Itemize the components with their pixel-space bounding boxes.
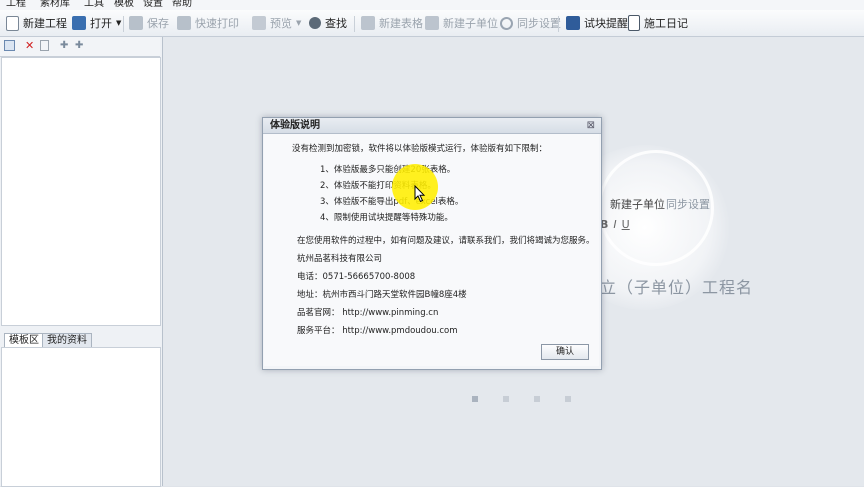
menu-tools[interactable]: 工具 — [84, 0, 104, 10]
new-table-label: 新建表格 — [379, 17, 423, 30]
loading-dot — [503, 396, 509, 402]
open-button[interactable]: 打开 ▼ — [72, 13, 121, 33]
construction-log-button[interactable]: 施工日记 — [628, 13, 688, 33]
menu-material-library[interactable]: 素材库 — [40, 0, 70, 10]
new-subunit-label: 新建子单位 — [443, 17, 498, 30]
chevron-down-icon[interactable]: ▼ — [116, 19, 121, 27]
tab-my-materials[interactable]: 我的资料 — [42, 333, 92, 347]
new-subunit-button[interactable]: 新建子单位 — [425, 13, 498, 33]
quick-print-button[interactable]: 快速打印 — [177, 13, 239, 33]
open-label: 打开 — [90, 17, 112, 30]
bg-new-subunit-text: 新建子单位 — [610, 198, 665, 211]
bg-sync-settings-text: 同步设置 — [666, 198, 710, 211]
dialog-title-bar[interactable]: 体验版说明 ⊠ — [263, 118, 601, 134]
folder-icon — [72, 16, 86, 30]
bg-format-toolbar: B I U — [600, 218, 630, 231]
menu-settings[interactable]: 设置 — [143, 0, 163, 10]
preview-label: 预览 — [270, 17, 292, 30]
move-up-icon[interactable]: ✚ — [60, 40, 72, 52]
dialog-body: 没有检测到加密锁，软件将以体验版模式运行，体验版有如下限制： 1、体验版最多只能… — [264, 134, 599, 366]
menu-template[interactable]: 模板 — [114, 0, 134, 10]
copy-icon[interactable] — [40, 40, 49, 51]
new-table-button[interactable]: 新建表格 — [361, 13, 423, 33]
tab-template-area[interactable]: 模板区 — [4, 333, 44, 347]
delete-icon[interactable]: ✕ — [25, 40, 37, 52]
close-icon[interactable]: ⊠ — [587, 119, 595, 132]
confirm-button[interactable]: 确认 — [541, 344, 589, 360]
left-panel-tabs: 模板区 我的资料 — [0, 333, 160, 347]
loading-dot — [565, 396, 571, 402]
quick-print-label: 快速打印 — [195, 17, 239, 30]
calendar-icon — [566, 16, 580, 30]
new-document-icon — [6, 15, 19, 31]
trial-version-dialog: 体验版说明 ⊠ 没有检测到加密锁，软件将以体验版模式运行，体验版有如下限制： 1… — [262, 117, 602, 370]
new-project-label: 新建工程 — [23, 17, 67, 30]
move-down-icon[interactable]: ✚ — [75, 40, 87, 52]
project-tree-area[interactable] — [1, 57, 161, 326]
limit-item: 1、体验版最多只能创建20张表格。 — [320, 165, 456, 175]
magnifier-icon — [309, 17, 321, 29]
address: 地址：杭州市西斗门路天堂软件园B幢8座4楼 — [297, 290, 467, 300]
loading-dot — [472, 396, 478, 402]
tree-icon[interactable] — [4, 40, 15, 51]
website-link[interactable]: 品茗官网： http://www.pinming.cn — [297, 308, 438, 319]
bg-subunit-title: 立（子单位）工程名 — [600, 278, 754, 297]
preview-icon — [252, 16, 266, 30]
company-name: 杭州品茗科技有限公司 — [297, 254, 383, 264]
limit-item: 3、体验版不能导出pdf、excel表格。 — [320, 197, 464, 207]
preview-button[interactable]: 预览 ▼ — [252, 13, 301, 33]
template-list-area[interactable] — [1, 347, 161, 487]
new-project-button[interactable]: 新建工程 — [6, 13, 67, 33]
menu-bar: 工程 素材库 工具 模板 设置 帮助 — [0, 0, 864, 10]
dialog-intro: 没有检测到加密锁，软件将以体验版模式运行，体验版有如下限制： — [292, 144, 548, 154]
table-icon — [361, 16, 375, 30]
construction-log-label: 施工日记 — [644, 17, 688, 30]
dialog-feedback: 在您使用软件的过程中，如有问题及建议，请联系我们，我们将竭诚为您服务。 — [297, 236, 595, 246]
limit-item: 4、限制使用试块提醒等特殊功能。 — [320, 213, 453, 223]
sync-settings-label: 同步设置 — [517, 17, 561, 30]
service-platform-link[interactable]: 服务平台： http://www.pmdoudou.com — [297, 326, 458, 337]
menu-project[interactable]: 工程 — [6, 0, 26, 10]
mouse-pointer-icon — [414, 185, 426, 203]
trial-reminder-label: 试块提醒 — [584, 17, 628, 30]
dialog-title: 体验版说明 — [270, 120, 320, 131]
sync-icon — [500, 16, 513, 30]
disk-icon — [129, 16, 143, 30]
menu-help[interactable]: 帮助 — [172, 0, 192, 10]
italic-icon: I — [613, 218, 617, 231]
notebook-icon — [628, 15, 640, 31]
left-panel-toolbar: ✕ ✚ ✚ — [0, 37, 160, 57]
phone-number: 电话：0571-56665700-8008 — [297, 272, 416, 282]
printer-icon — [177, 16, 191, 30]
left-panel: ✕ ✚ ✚ 模板区 我的资料 — [0, 37, 163, 487]
chevron-down-icon[interactable]: ▼ — [296, 19, 301, 27]
underline-icon: U — [621, 218, 630, 231]
trial-reminder-button[interactable]: 试块提醒 — [566, 13, 628, 33]
loading-dot — [534, 396, 540, 402]
find-button[interactable]: 查找 — [309, 13, 347, 33]
sync-settings-button[interactable]: 同步设置 — [500, 13, 561, 33]
main-toolbar: 新建工程 打开 ▼ 保存 快速打印 预览 ▼ 查找 新建表格 新建子单位 同步设… — [0, 10, 864, 37]
save-button[interactable]: 保存 — [129, 13, 169, 33]
subunit-icon — [425, 16, 439, 30]
find-label: 查找 — [325, 17, 347, 30]
save-label: 保存 — [147, 17, 169, 30]
